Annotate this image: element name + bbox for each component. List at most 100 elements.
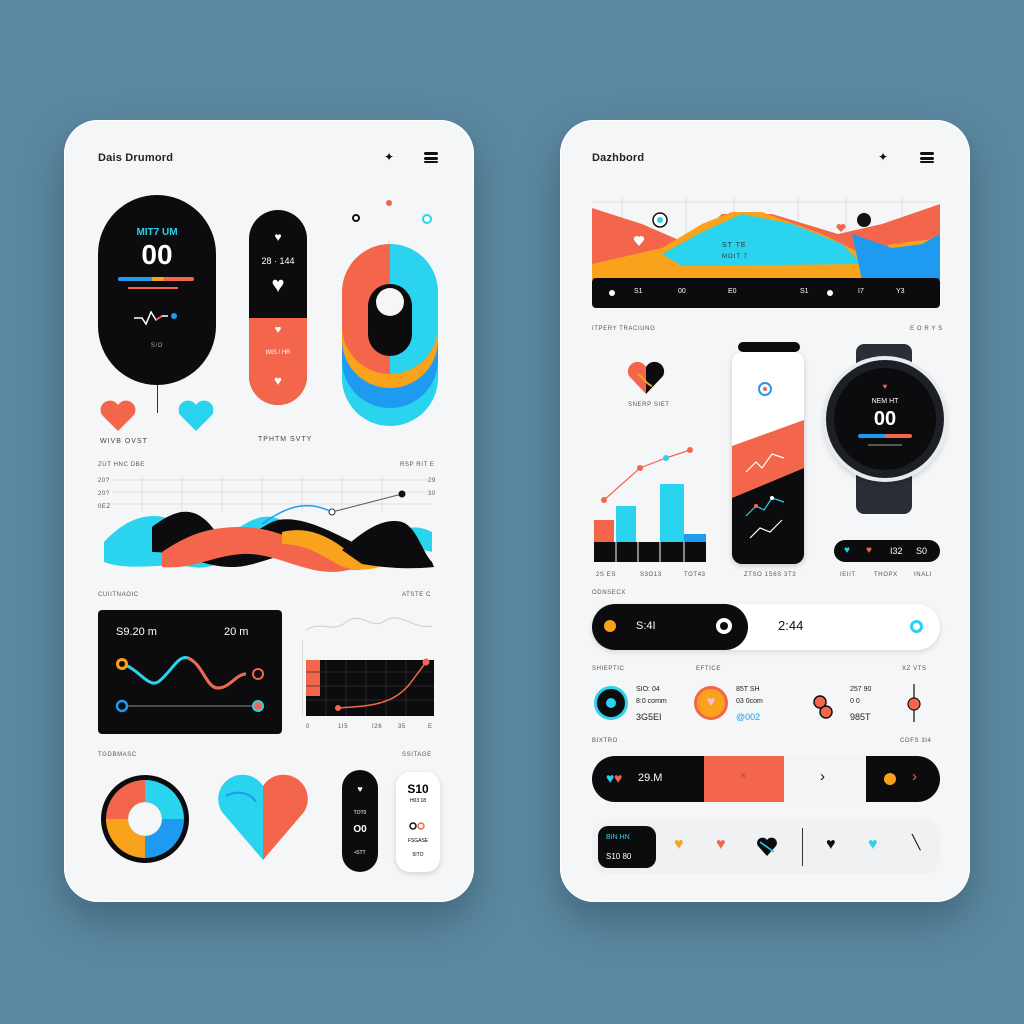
watch-strip-v2: S0 (916, 546, 928, 556)
bottom-title: TGDBMASC (98, 752, 137, 758)
area-center-top: ST TE (722, 242, 747, 249)
icon-bar-heart-yellow-icon[interactable]: ♥ (674, 836, 684, 854)
progress-chip[interactable]: S:4I (592, 604, 748, 650)
activity-card[interactable]: S9.20 m 20 m (98, 610, 282, 734)
bar-tick-0: 0 (306, 724, 310, 730)
layered-ring-stack[interactable] (342, 200, 442, 442)
icon-bar-chip: BIN HN S10 80 (598, 826, 656, 868)
segment-end-dot-icon (884, 773, 896, 785)
stats-mid: EFTICE (696, 666, 721, 672)
segment-end-chevron-icon[interactable]: › (912, 768, 917, 785)
band-heart-big-icon: ♥ (271, 272, 285, 297)
bar1-title: BIXTRO (592, 738, 618, 744)
watch-progress-bar (118, 277, 194, 281)
band-caption: ZTSO 1S6S 3T3 (744, 572, 797, 578)
mini-stat-top: S10 (407, 782, 429, 796)
band-card[interactable]: ♥ 28 · 144 ♥ ♥ WIS / HR ♥ (249, 210, 307, 405)
icon-bar[interactable]: BIN HN S10 80 ♥ ♥ ♥ ♥ ╲ (592, 820, 940, 874)
activity-wave-graphic (115, 656, 264, 713)
stat-col2-1: 03 0com (736, 698, 763, 705)
watch-value: 00 (141, 239, 173, 270)
band-top: 28 · 144 (261, 256, 295, 266)
watch-label: MIT7 UM (136, 227, 178, 238)
icon-bar-chip-l1: BIN HN (606, 834, 630, 841)
tracking-section-title: ITPERY TRACIUNG (592, 326, 656, 332)
watch-strip-v1: I32 (890, 546, 903, 556)
smartwatch-bar-2 (868, 444, 902, 446)
smartwatch-heart-icon: ♥ (882, 382, 888, 391)
bar-tick-2: TOT43 (684, 572, 706, 578)
menu-icon[interactable] (424, 150, 438, 164)
smartwatch-screen: ♥ NEM HT 00 (834, 368, 936, 470)
segment-light: › (784, 756, 866, 802)
bar-tick-4: E (428, 724, 433, 730)
progress-track[interactable]: S:4I 2:44 (592, 604, 940, 650)
right-phone-screen: Dazhbord ✦ ST TE MOIT 7 S1 00 E0 S1 I7 Y… (560, 120, 970, 902)
stat-ring-icon[interactable] (594, 686, 628, 720)
heart-badge-caption: SNERP SIET (628, 402, 670, 408)
stats-right: XZ VTS (902, 666, 927, 672)
stat-col2-2: @002 (736, 712, 761, 722)
icon-bar-split-heart-icon[interactable] (756, 836, 778, 858)
segment-dark: ♥ ♥ 29.M (592, 756, 704, 802)
watch-stat-strip[interactable]: ♥ ♥ I32 S0 (834, 540, 940, 562)
watch-caption-0: IEIIT (840, 572, 856, 578)
stats-title: SHIEPTIC (592, 666, 625, 672)
activity-readout-right: 20 m (224, 626, 249, 638)
bar-grid-chart[interactable] (302, 610, 438, 718)
mini-stat-sub: H03 18 (409, 798, 427, 804)
dot-orange (386, 200, 392, 206)
segment-value: 29.M (638, 772, 663, 784)
stat-col3-2: 985T (850, 712, 871, 722)
area-chart[interactable] (592, 194, 940, 310)
wave-section-title: ZUT HNC DBE (98, 462, 145, 468)
icon-bar-divider (802, 828, 803, 866)
icon-bar-heart-orange-icon[interactable]: ♥ (716, 836, 726, 854)
segment-x-icon: × (740, 770, 747, 782)
segment-chevron-icon[interactable]: › (820, 768, 825, 785)
stat-heart-glyph: ♥ (706, 693, 716, 709)
split-heart-icon[interactable] (216, 772, 310, 866)
sparkle-icon[interactable]: ✦ (382, 150, 396, 164)
tall-band-card[interactable] (732, 352, 804, 564)
mini-stat-foot: FSGASE (407, 838, 429, 844)
band-lower-heart-icon: ♥ (274, 324, 282, 336)
bar-tick-1: 1I5 (338, 724, 349, 730)
bar-tick-2: I26 (372, 724, 383, 730)
watch-face-card[interactable]: MIT7 UM 00 S/O (98, 195, 216, 385)
bar-tick-0: 2S ES (596, 572, 617, 578)
menu-icon[interactable] (920, 150, 934, 164)
dot-cyan (422, 214, 432, 224)
mini-stat-foot2: 5ITO (412, 852, 424, 858)
stat-heart-ring-icon[interactable]: ♥ (694, 686, 728, 720)
smartwatch-face[interactable]: ♥ NEM HT 00 (826, 360, 944, 478)
stat-col1-2: 3G5EI (636, 712, 662, 722)
mini-stat-link-icon (408, 822, 428, 830)
sparkle-icon[interactable]: ✦ (876, 150, 890, 164)
segment-bar[interactable]: ♥ ♥ 29.M × › › (592, 756, 940, 802)
stat-col2-0: 85T SH (736, 686, 760, 693)
area-axis-4: I7 (858, 288, 864, 295)
progress-end-icon[interactable] (910, 620, 923, 633)
icon-bar-heart-cyan-icon[interactable]: ♥ (868, 836, 878, 854)
mini-stat-card[interactable]: S10 H03 18 FSGASE 5ITO (396, 772, 440, 872)
strip-heart-cyan-icon: ♥ (844, 545, 850, 556)
strip-line-3: •STT (354, 850, 366, 856)
bottom-right: SSITAGE (402, 752, 432, 758)
bar-tick-1: S3O13 (640, 572, 662, 578)
icon-bar-heart-black-icon[interactable]: ♥ (826, 836, 836, 854)
watch-caption-2: INALI (914, 572, 933, 578)
area-axis-5: Y3 (896, 288, 905, 295)
strip-card[interactable]: ♥ TOT0 O0 •STT (342, 770, 378, 872)
bar-chart[interactable] (592, 438, 708, 562)
watch-mini-bar (128, 287, 178, 289)
stat-knot-icon (813, 695, 833, 719)
stack-hole (368, 284, 412, 356)
donut-chart[interactable] (98, 772, 192, 866)
band-mid: WIS / HR (265, 350, 291, 356)
area-axis-3: S1 (800, 288, 809, 295)
segment-orange: × (704, 756, 784, 802)
band-bottom-heart-icon: ♥ (274, 373, 282, 388)
wave-chart[interactable] (102, 472, 438, 580)
icon-bar-slash-icon[interactable]: ╲ (912, 834, 920, 851)
